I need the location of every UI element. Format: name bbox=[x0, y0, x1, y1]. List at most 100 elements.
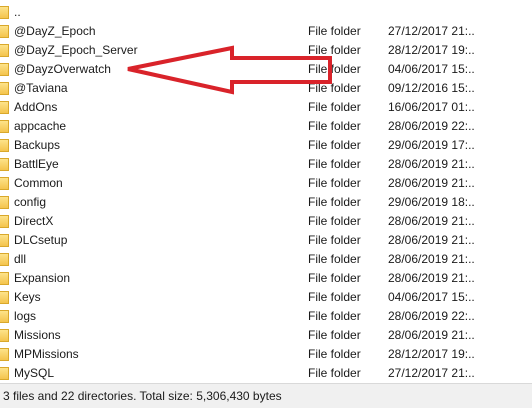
file-row[interactable]: @DayZ_Epoch_Server File folder 28/12/2017 … bbox=[0, 41, 532, 60]
folder-icon bbox=[0, 158, 12, 171]
status-bar: 3 files and 22 directories. Total size: … bbox=[0, 383, 532, 408]
folder-icon bbox=[0, 215, 12, 228]
file-type: File folder bbox=[308, 138, 361, 152]
file-type: File folder bbox=[308, 176, 361, 190]
file-name: Backups bbox=[14, 138, 61, 152]
status-text: 3 files and 22 directories. Total size: … bbox=[3, 389, 282, 403]
folder-icon bbox=[0, 6, 12, 19]
file-type: File folder bbox=[308, 271, 361, 285]
folder-icon bbox=[0, 272, 12, 285]
folder-icon bbox=[0, 101, 12, 114]
file-modified: 27/12/2017 21:.. bbox=[388, 366, 475, 380]
file-modified: 29/06/2019 18:.. bbox=[388, 195, 475, 209]
file-name: Common bbox=[14, 176, 63, 190]
file-name: AddOns bbox=[14, 100, 58, 114]
file-row[interactable]: DLCsetup File folder 28/06/2019 21:.. bbox=[0, 231, 532, 250]
file-type: File folder bbox=[308, 100, 361, 114]
file-name: DLCsetup bbox=[14, 233, 68, 247]
file-type: File folder bbox=[308, 62, 361, 76]
file-type: File folder bbox=[308, 81, 361, 95]
file-row[interactable]: Backups File folder 29/06/2019 17:.. bbox=[0, 136, 532, 155]
folder-icon bbox=[0, 310, 12, 323]
file-type: File folder bbox=[308, 43, 361, 57]
folder-icon bbox=[0, 177, 12, 190]
file-row[interactable]: Expansion File folder 28/06/2019 21:.. bbox=[0, 269, 532, 288]
file-modified: 09/12/2016 15:.. bbox=[388, 81, 475, 95]
folder-icon bbox=[0, 367, 12, 380]
folder-icon bbox=[0, 120, 12, 133]
folder-icon bbox=[0, 291, 12, 304]
file-name: MySQL bbox=[14, 366, 55, 380]
file-type: File folder bbox=[308, 252, 361, 266]
file-name: @DayZ_Epoch bbox=[14, 24, 96, 38]
file-modified: 28/12/2017 19:.. bbox=[388, 43, 475, 57]
file-row[interactable]: logs File folder 28/06/2019 22:.. bbox=[0, 307, 532, 326]
file-name: BattlEye bbox=[14, 157, 59, 171]
file-modified: 28/12/2017 19:.. bbox=[388, 347, 475, 361]
file-row[interactable]: Common File folder 28/06/2019 21:.. bbox=[0, 174, 532, 193]
file-name: @Taviana bbox=[14, 81, 68, 95]
file-type: File folder bbox=[308, 214, 361, 228]
file-row[interactable]: @Taviana File folder 09/12/2016 15:.. bbox=[0, 79, 532, 98]
folder-icon bbox=[0, 63, 12, 76]
file-name: dll bbox=[14, 252, 27, 266]
file-row[interactable]: Missions File folder 28/06/2019 21:.. bbox=[0, 326, 532, 345]
file-row[interactable]: DirectX File folder 28/06/2019 21:.. bbox=[0, 212, 532, 231]
file-modified: 28/06/2019 21:.. bbox=[388, 214, 475, 228]
folder-icon bbox=[0, 234, 12, 247]
file-modified: 28/06/2019 21:.. bbox=[388, 176, 475, 190]
file-modified: 04/06/2017 15:.. bbox=[388, 62, 475, 76]
file-modified: 28/06/2019 22:.. bbox=[388, 119, 475, 133]
file-row[interactable]: .. bbox=[0, 3, 532, 22]
file-row[interactable]: @DayZ_Epoch File folder 27/12/2017 21:.. bbox=[0, 22, 532, 41]
file-row[interactable]: @DayzOverwatch File folder 04/06/2017 15:.… bbox=[0, 60, 532, 79]
file-row[interactable]: dll File folder 28/06/2019 21:.. bbox=[0, 250, 532, 269]
file-modified: 28/06/2019 21:.. bbox=[388, 157, 475, 171]
file-name: Keys bbox=[14, 290, 41, 304]
file-type: File folder bbox=[308, 195, 361, 209]
folder-icon bbox=[0, 348, 12, 361]
folder-icon bbox=[0, 253, 12, 266]
file-modified: 29/06/2019 17:.. bbox=[388, 138, 475, 152]
file-list: .. @DayZ_Epoch File folder 27/12/2017 21:..… bbox=[0, 0, 532, 383]
file-row[interactable]: AddOns File folder 16/06/2017 01:.. bbox=[0, 98, 532, 117]
file-name: config bbox=[14, 195, 47, 209]
file-type: File folder bbox=[308, 290, 361, 304]
file-modified: 27/12/2017 21:.. bbox=[388, 24, 475, 38]
file-name: DirectX bbox=[14, 214, 54, 228]
file-modified: 28/06/2019 21:.. bbox=[388, 328, 475, 342]
file-modified: 28/06/2019 21:.. bbox=[388, 271, 475, 285]
file-modified: 28/06/2019 21:.. bbox=[388, 252, 475, 266]
file-modified: 04/06/2017 15:.. bbox=[388, 290, 475, 304]
folder-icon bbox=[0, 82, 12, 95]
file-type: File folder bbox=[308, 309, 361, 323]
folder-icon bbox=[0, 329, 12, 342]
folder-icon bbox=[0, 25, 12, 38]
file-row[interactable]: appcache File folder 28/06/2019 22:.. bbox=[0, 117, 532, 136]
folder-icon bbox=[0, 196, 12, 209]
folder-icon bbox=[0, 139, 12, 152]
file-row[interactable]: Keys File folder 04/06/2017 15:.. bbox=[0, 288, 532, 307]
file-type: File folder bbox=[308, 119, 361, 133]
file-type: File folder bbox=[308, 233, 361, 247]
file-name: Expansion bbox=[14, 271, 71, 285]
file-row[interactable]: MySQL File folder 27/12/2017 21:.. bbox=[0, 364, 532, 383]
file-type: File folder bbox=[308, 347, 361, 361]
file-modified: 28/06/2019 21:.. bbox=[388, 233, 475, 247]
scrollbar-area[interactable] bbox=[516, 0, 532, 383]
file-type: File folder bbox=[308, 24, 361, 38]
file-name: @DayzOverwatch bbox=[14, 62, 111, 76]
file-row[interactable]: BattlEye File folder 28/06/2019 21:.. bbox=[0, 155, 532, 174]
file-name: .. bbox=[14, 5, 21, 19]
file-type: File folder bbox=[308, 157, 361, 171]
file-name: logs bbox=[14, 309, 37, 323]
file-name: Missions bbox=[14, 328, 61, 342]
file-type: File folder bbox=[308, 328, 361, 342]
file-name: MPMissions bbox=[14, 347, 79, 361]
file-row[interactable]: config File folder 29/06/2019 18:.. bbox=[0, 193, 532, 212]
file-modified: 16/06/2017 01:.. bbox=[388, 100, 475, 114]
file-type: File folder bbox=[308, 366, 361, 380]
file-row[interactable]: MPMissions File folder 28/12/2017 19:.. bbox=[0, 345, 532, 364]
folder-icon bbox=[0, 44, 12, 57]
file-name: @DayZ_Epoch_Server bbox=[14, 43, 138, 57]
